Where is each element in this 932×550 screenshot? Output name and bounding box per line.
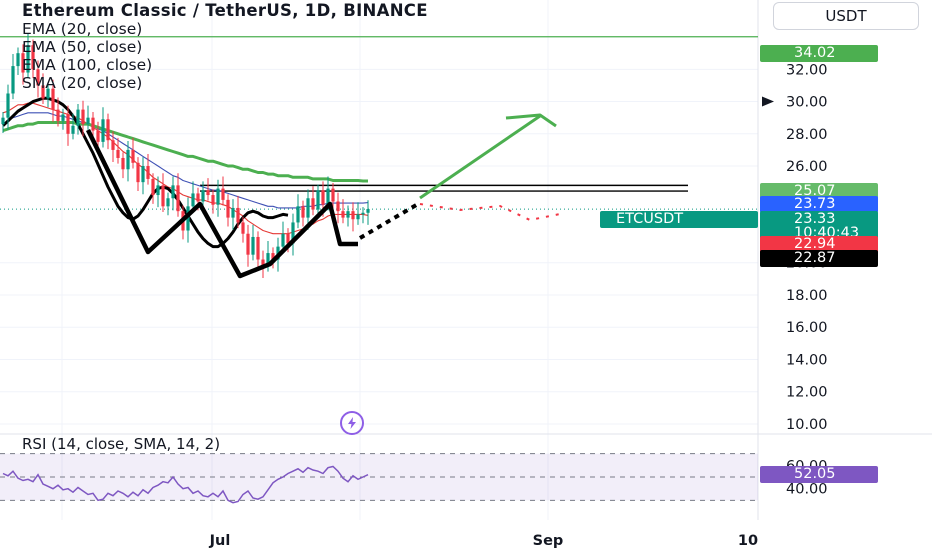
candle-body [116,149,120,158]
price-tick-label: 30.00 [786,95,828,111]
candle-body [56,109,60,121]
indicator-ema-50[interactable]: EMA (50, close) [22,38,428,56]
price-tick-label: 26.00 [786,159,828,175]
candle-body [6,93,10,118]
candle-body [196,193,200,202]
tag-text: 22.87 [794,250,836,266]
symbol-tag: ETCUSDT [600,211,758,228]
candle-body [361,212,365,215]
candle-body [306,198,310,218]
chart-title: Ethereum Classic / TetherUS, 1D, BINANCE [22,1,428,20]
candle-body [71,125,75,134]
tag-text: 34.02 [794,45,836,61]
price-tag-34-02: 34.02 [760,45,878,62]
lightning-icon [340,411,364,435]
candle-body [206,190,210,196]
candle-body [16,53,20,67]
price-tick-label: 14.00 [786,352,828,368]
candle-body [301,206,305,218]
candle-body [11,66,15,94]
series-line-2 [2,121,368,183]
candle-body [86,117,90,125]
series-line-3 [1,96,289,249]
candle-body [316,190,320,210]
chart-legend: Ethereum Classic / TetherUS, 1D, BINANCE… [22,1,428,93]
drawing-projection-red [419,203,561,222]
time-tick-label: Sep [533,533,564,549]
rsi-legend[interactable]: RSI (14, close, SMA, 14, 2) [22,435,220,453]
rsi-tick-label: 40.00 [786,482,828,498]
candle-body [296,206,300,223]
candle-body [1,117,5,125]
candle-body [126,149,130,170]
candle-body [161,185,165,207]
rsi-value-tag: 52.05 [760,466,878,483]
candle-body [121,157,125,170]
candle-body [241,222,245,234]
candle-body [151,178,155,196]
price-tick-label: 18.00 [786,288,828,304]
candle-body [341,211,345,218]
price-tick-label: 12.00 [786,385,828,401]
time-tick-label: 10 [738,533,758,549]
candle-body [251,236,255,255]
candle-body [236,207,240,223]
candle-body [166,198,170,207]
candle-body [221,188,225,200]
time-tick-label: Jul [209,533,231,549]
price-tick-label: 32.00 [786,62,828,78]
candle-body [351,211,355,220]
candle-body [81,109,85,125]
candle-body [356,214,360,220]
candle-body [191,193,195,207]
candle-body [346,211,350,218]
candle-body [66,114,70,134]
price-tick-label: 10.00 [786,417,828,433]
candle-body [246,233,250,255]
price-tick-label: 16.00 [786,320,828,336]
indicator-sma-20[interactable]: SMA (20, close) [22,74,428,92]
candle-body [76,109,80,126]
candle-body [201,190,205,202]
candle-body [111,140,115,150]
candle-body [321,190,325,205]
candle-body [136,162,140,183]
candle-body [336,201,340,212]
tag-text: 23.73 [794,196,836,212]
candle-body [366,209,370,213]
price-tick-label: 28.00 [786,127,828,143]
candle-body [311,198,315,210]
candle-body [171,185,175,199]
candle-body [96,130,100,142]
price-tag-22-87: 22.87 [760,250,878,267]
candle-body [61,114,65,121]
candle-body [101,119,105,142]
candle-body [281,233,285,247]
last-price-value: 23.33 [794,211,836,227]
candle-body [106,119,110,141]
candle-body [216,188,220,205]
indicator-ema-20[interactable]: EMA (20, close) [22,20,428,38]
candle-body [176,185,180,212]
candle-body [331,188,335,202]
candle-body [141,166,145,183]
candle-body [231,207,235,218]
candle-body [91,117,95,131]
candle-body [226,199,230,218]
candle-body [146,166,150,179]
candle-body [211,195,215,205]
candle-body [256,236,260,260]
currency-selector[interactable]: USDT [773,2,919,30]
price-marker-arrow [762,96,774,107]
indicator-ema-100[interactable]: EMA (100, close) [22,56,428,74]
candle-body [156,185,160,196]
candle-body [131,149,135,163]
